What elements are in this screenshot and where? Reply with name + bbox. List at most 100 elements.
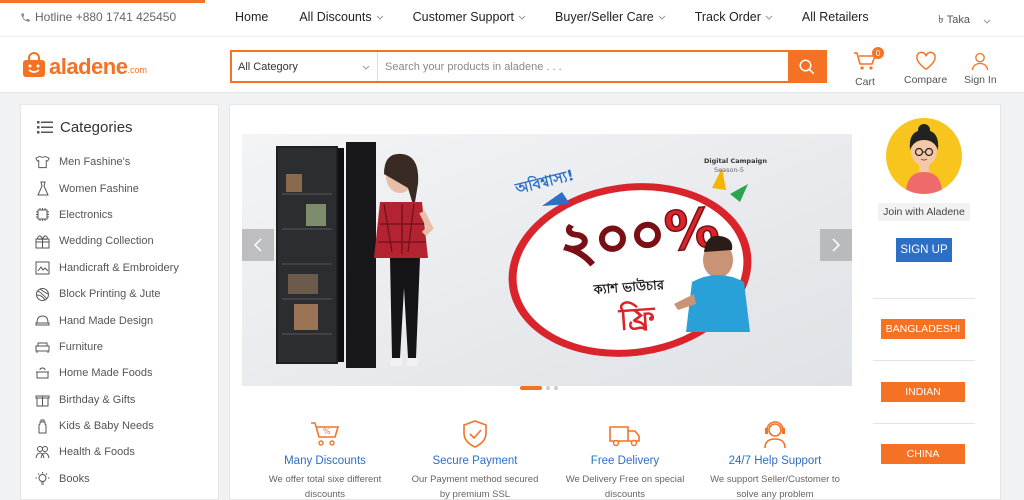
search-bar: All Category [230, 50, 827, 83]
feature-many-discounts: % Many Discounts We offer total sixe dif… [250, 419, 400, 500]
category-item-electronics[interactable]: Electronics [35, 202, 179, 228]
chevron-down-icon [362, 65, 370, 70]
shield-icon [400, 419, 550, 449]
nav-home[interactable]: Home [235, 10, 268, 24]
feature-secure-payment: Secure Payment Our Payment method secure… [400, 419, 550, 500]
chip-icon [35, 207, 50, 222]
main-header: aladene .com All Category 0 Cart Compare… [0, 36, 1024, 93]
currency-select[interactable]: ৳ Taka [938, 11, 992, 30]
compare-button[interactable]: Compare [904, 51, 947, 86]
category-item-furniture[interactable]: Furniture [35, 334, 179, 360]
bottle-icon [35, 419, 50, 434]
signup-sidebar: Join with Aladene SIGN UP BANGLADESHI IN… [870, 105, 990, 500]
category-label: Kids & Baby Needs [59, 420, 154, 433]
feature-title: Free Delivery [590, 455, 660, 467]
chevron-down-icon [658, 15, 666, 20]
signin-button[interactable]: Sign In [964, 51, 997, 86]
nav-track-order[interactable]: Track Order [695, 10, 774, 24]
search-input[interactable] [378, 52, 788, 81]
sofa-icon [35, 339, 50, 354]
category-label: Birthday & Gifts [59, 393, 136, 406]
search-category-select[interactable]: All Category [232, 52, 378, 81]
country-bangladeshi-button[interactable]: BANGLADESHI [881, 319, 965, 339]
cart-icon-wrap: 0 [853, 47, 884, 74]
top-nav: Home All Discounts Customer Support Buye… [220, 10, 869, 24]
divider [873, 298, 975, 299]
nav-label: Customer Support [412, 10, 515, 24]
category-label: Health & Foods [59, 446, 135, 459]
logo-text: aladene [49, 54, 128, 79]
divider [873, 360, 975, 361]
nav-label: Home [235, 10, 269, 24]
category-item-men-fashion[interactable]: Men Fashine's [35, 149, 179, 175]
category-item-handicraft[interactable]: Handicraft & Embroidery [35, 255, 179, 281]
categories-title: Categories [60, 119, 133, 136]
category-item-books[interactable]: Books [35, 466, 179, 492]
pot-icon [35, 366, 50, 381]
feature-desc: We support Seller/Customer to solve any … [710, 474, 840, 500]
feature-desc: Our Payment method secured by premium SS… [411, 474, 539, 500]
gift-icon [35, 234, 50, 249]
nav-all-discounts[interactable]: All Discounts [299, 10, 384, 24]
nav-customer-support[interactable]: Customer Support [413, 10, 527, 24]
feature-free-delivery: Free Delivery We Delivery Free on specia… [550, 419, 700, 500]
category-label: Home Made Foods [59, 367, 153, 380]
category-label: Hand Made Design [59, 314, 154, 327]
banner-text-season: Season-5 [714, 166, 744, 174]
category-item-health-foods[interactable]: Health & Foods [35, 439, 179, 465]
banner-prev-button[interactable] [242, 229, 274, 261]
top-accent-line [0, 0, 205, 3]
category-label: Men Fashine's [59, 156, 131, 169]
user-icon [972, 52, 989, 71]
avatar [886, 118, 962, 194]
hat-icon [35, 313, 50, 328]
bulb-icon [35, 471, 50, 486]
banner-next-button[interactable] [820, 229, 852, 261]
search-button[interactable] [788, 52, 825, 81]
nav-buyer-seller-care[interactable]: Buyer/Seller Care [555, 10, 667, 24]
health-icon [35, 445, 50, 460]
category-item-kids-baby[interactable]: Kids & Baby Needs [35, 413, 179, 439]
present-icon [35, 392, 50, 407]
cart-count-badge: 0 [872, 47, 884, 59]
cart-button[interactable]: 0 Cart [853, 47, 884, 88]
banner-text-campaign: Digital Campaign [704, 157, 767, 165]
country-indian-button[interactable]: INDIAN [881, 382, 965, 402]
shopping-bag-logo-icon [23, 52, 45, 77]
chevron-left-icon [253, 238, 262, 252]
category-item-wedding-collection[interactable]: Wedding Collection [35, 228, 179, 254]
nav-all-retailers[interactable]: All Retailers [802, 10, 869, 24]
heart-icon [915, 51, 936, 71]
categories-header: Categories [37, 119, 133, 136]
fridge-image [276, 142, 376, 368]
hotline-text: Hotline +880 1741 425450 [35, 10, 177, 24]
carousel-dot[interactable] [546, 386, 550, 390]
category-list: Men Fashine's Women Fashine Electronics … [35, 149, 179, 492]
category-item-women-fashion[interactable]: Women Fashine [35, 175, 179, 201]
carousel-dot[interactable] [554, 386, 558, 390]
feature-title: Secure Payment [432, 455, 518, 467]
nav-label: Buyer/Seller Care [555, 10, 654, 24]
category-item-hand-made-design[interactable]: Hand Made Design [35, 307, 179, 333]
carousel-indicators [520, 386, 558, 390]
feature-title: Many Discounts [284, 455, 366, 467]
avatar-illustration [906, 124, 942, 194]
carousel-dot-active[interactable] [520, 386, 542, 390]
chevron-down-icon [518, 15, 526, 20]
category-item-home-made-foods[interactable]: Home Made Foods [35, 360, 179, 386]
promo-banner[interactable]: অবিশ্বাস্য! ২০০% ক্যাশ ভাউচার ফ্রি Digit… [242, 134, 852, 386]
category-item-block-printing[interactable]: Block Printing & Jute [35, 281, 179, 307]
search-icon [799, 59, 814, 74]
category-label: Electronics [59, 208, 113, 221]
hotline: Hotline +880 1741 425450 [20, 10, 176, 24]
category-label: Block Printing & Jute [59, 288, 161, 301]
country-china-button[interactable]: CHINA [881, 444, 965, 464]
top-bar: Hotline +880 1741 425450 Home All Discou… [0, 0, 1024, 36]
list-icon [37, 121, 53, 134]
site-logo[interactable]: aladene .com [22, 52, 147, 78]
signup-button[interactable]: SIGN UP [896, 238, 952, 262]
yarn-icon [35, 287, 50, 302]
category-item-birthday-gifts[interactable]: Birthday & Gifts [35, 387, 179, 413]
cart-label: Cart [855, 76, 875, 88]
feature-help-support: 24/7 Help Support We support Seller/Cust… [700, 419, 850, 500]
